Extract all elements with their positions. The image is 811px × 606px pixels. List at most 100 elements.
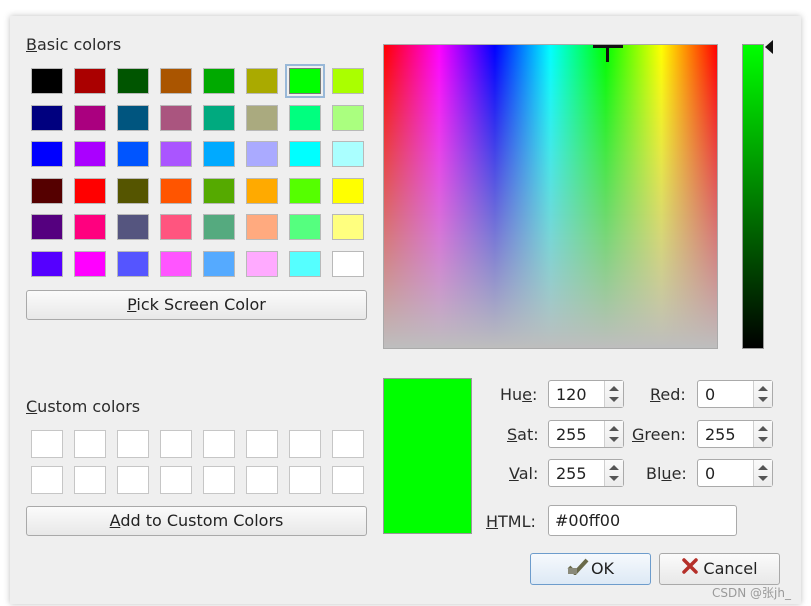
basic-color-swatch[interactable]: [117, 68, 149, 94]
red-label: Red:: [650, 385, 686, 404]
custom-color-swatch[interactable]: [117, 430, 149, 458]
color-dialog: Basic colors Pick Screen Color Custom co…: [10, 16, 801, 604]
basic-color-swatch[interactable]: [31, 251, 63, 277]
crosshair-horizontal: [593, 45, 623, 48]
add-to-custom-colors-button[interactable]: Add to Custom Colors: [26, 506, 367, 536]
current-color-preview: [383, 378, 472, 534]
basic-color-swatch[interactable]: [289, 178, 321, 204]
custom-colors-label: Custom colors: [26, 397, 141, 416]
custom-color-swatch[interactable]: [203, 466, 235, 494]
hue-label: Hue:: [500, 385, 538, 404]
basic-color-swatch[interactable]: [74, 68, 106, 94]
red-spinbox[interactable]: 0: [697, 380, 773, 408]
custom-color-swatch[interactable]: [246, 466, 278, 494]
green-spinbox[interactable]: 255: [697, 420, 773, 448]
custom-color-swatch[interactable]: [332, 466, 364, 494]
basic-color-swatch[interactable]: [74, 251, 106, 277]
hue-stepper-arrows-icon[interactable]: [604, 381, 623, 407]
basic-color-swatch[interactable]: [332, 178, 364, 204]
basic-color-swatch[interactable]: [289, 141, 321, 167]
pick-screen-color-button[interactable]: Pick Screen Color: [26, 290, 367, 320]
basic-color-swatch[interactable]: [31, 141, 63, 167]
cancel-x-icon: [681, 555, 699, 585]
basic-color-swatch[interactable]: [246, 141, 278, 167]
cancel-button[interactable]: Cancel: [659, 553, 780, 585]
custom-color-swatch[interactable]: [332, 430, 364, 458]
custom-color-swatch[interactable]: [203, 430, 235, 458]
basic-color-swatch[interactable]: [332, 105, 364, 131]
watermark: CSDN @张jh_: [712, 586, 791, 600]
basic-color-swatch[interactable]: [117, 251, 149, 277]
basic-color-swatch[interactable]: [285, 64, 325, 98]
basic-color-swatch[interactable]: [332, 141, 364, 167]
basic-color-swatch[interactable]: [117, 214, 149, 240]
sat-spinbox[interactable]: 255: [548, 420, 624, 448]
basic-color-swatch[interactable]: [74, 105, 106, 131]
basic-color-swatch[interactable]: [117, 141, 149, 167]
basic-color-swatch[interactable]: [246, 105, 278, 131]
basic-color-swatch[interactable]: [203, 214, 235, 240]
basic-color-swatch[interactable]: [31, 68, 63, 94]
basic-color-swatch[interactable]: [31, 214, 63, 240]
basic-color-swatch[interactable]: [160, 214, 192, 240]
basic-color-swatch[interactable]: [246, 68, 278, 94]
basic-color-swatch[interactable]: [246, 251, 278, 277]
custom-color-swatch[interactable]: [160, 466, 192, 494]
red-stepper-arrows-icon[interactable]: [753, 381, 772, 407]
ok-button[interactable]: OK: [530, 553, 651, 585]
hue-saturation-field[interactable]: [383, 44, 718, 349]
basic-color-swatch[interactable]: [246, 178, 278, 204]
basic-color-swatch[interactable]: [31, 105, 63, 131]
val-label: Val:: [509, 464, 539, 483]
basic-colors-label: Basic colors: [26, 35, 122, 54]
basic-color-swatch[interactable]: [117, 105, 149, 131]
custom-color-swatch[interactable]: [117, 466, 149, 494]
custom-color-swatch[interactable]: [74, 430, 106, 458]
blue-stepper-arrows-icon[interactable]: [753, 460, 772, 486]
custom-color-swatch[interactable]: [160, 430, 192, 458]
basic-color-swatch[interactable]: [31, 178, 63, 204]
basic-color-swatch[interactable]: [117, 178, 149, 204]
basic-color-swatch[interactable]: [289, 214, 321, 240]
basic-color-swatch[interactable]: [160, 141, 192, 167]
ok-check-icon: [567, 555, 589, 585]
basic-color-swatch[interactable]: [160, 251, 192, 277]
html-label: HTML:: [486, 512, 536, 531]
basic-color-swatch[interactable]: [74, 141, 106, 167]
hue-spinbox[interactable]: 120: [548, 380, 624, 408]
custom-color-swatch[interactable]: [246, 430, 278, 458]
sat-stepper-arrows-icon[interactable]: [604, 421, 623, 447]
html-value: #00ff00: [555, 511, 621, 530]
basic-color-swatch[interactable]: [203, 105, 235, 131]
basic-color-swatch[interactable]: [160, 178, 192, 204]
custom-color-swatch[interactable]: [289, 466, 321, 494]
value-slider[interactable]: [742, 44, 764, 349]
green-label: Green:: [632, 425, 686, 444]
value-slider-arrow-icon[interactable]: [765, 40, 773, 54]
custom-color-swatch[interactable]: [31, 430, 63, 458]
basic-color-swatch[interactable]: [74, 178, 106, 204]
val-stepper-arrows-icon[interactable]: [604, 460, 623, 486]
basic-color-swatch[interactable]: [289, 105, 321, 131]
basic-color-swatch[interactable]: [332, 251, 364, 277]
basic-color-swatch[interactable]: [246, 214, 278, 240]
basic-color-swatch[interactable]: [203, 68, 235, 94]
basic-color-swatch[interactable]: [203, 251, 235, 277]
sat-label: Sat:: [507, 425, 539, 444]
basic-color-swatch[interactable]: [332, 68, 364, 94]
val-spinbox[interactable]: 255: [548, 459, 624, 487]
custom-color-swatch[interactable]: [74, 466, 106, 494]
custom-color-swatch[interactable]: [289, 430, 321, 458]
blue-label: Blue:: [646, 464, 687, 483]
basic-color-swatch[interactable]: [203, 178, 235, 204]
basic-color-swatch[interactable]: [332, 214, 364, 240]
blue-spinbox[interactable]: 0: [697, 459, 773, 487]
basic-color-swatch[interactable]: [160, 68, 192, 94]
green-stepper-arrows-icon[interactable]: [753, 421, 772, 447]
html-input[interactable]: #00ff00: [548, 505, 737, 536]
basic-color-swatch[interactable]: [289, 251, 321, 277]
basic-color-swatch[interactable]: [160, 105, 192, 131]
basic-color-swatch[interactable]: [203, 141, 235, 167]
custom-color-swatch[interactable]: [31, 466, 63, 494]
basic-color-swatch[interactable]: [74, 214, 106, 240]
